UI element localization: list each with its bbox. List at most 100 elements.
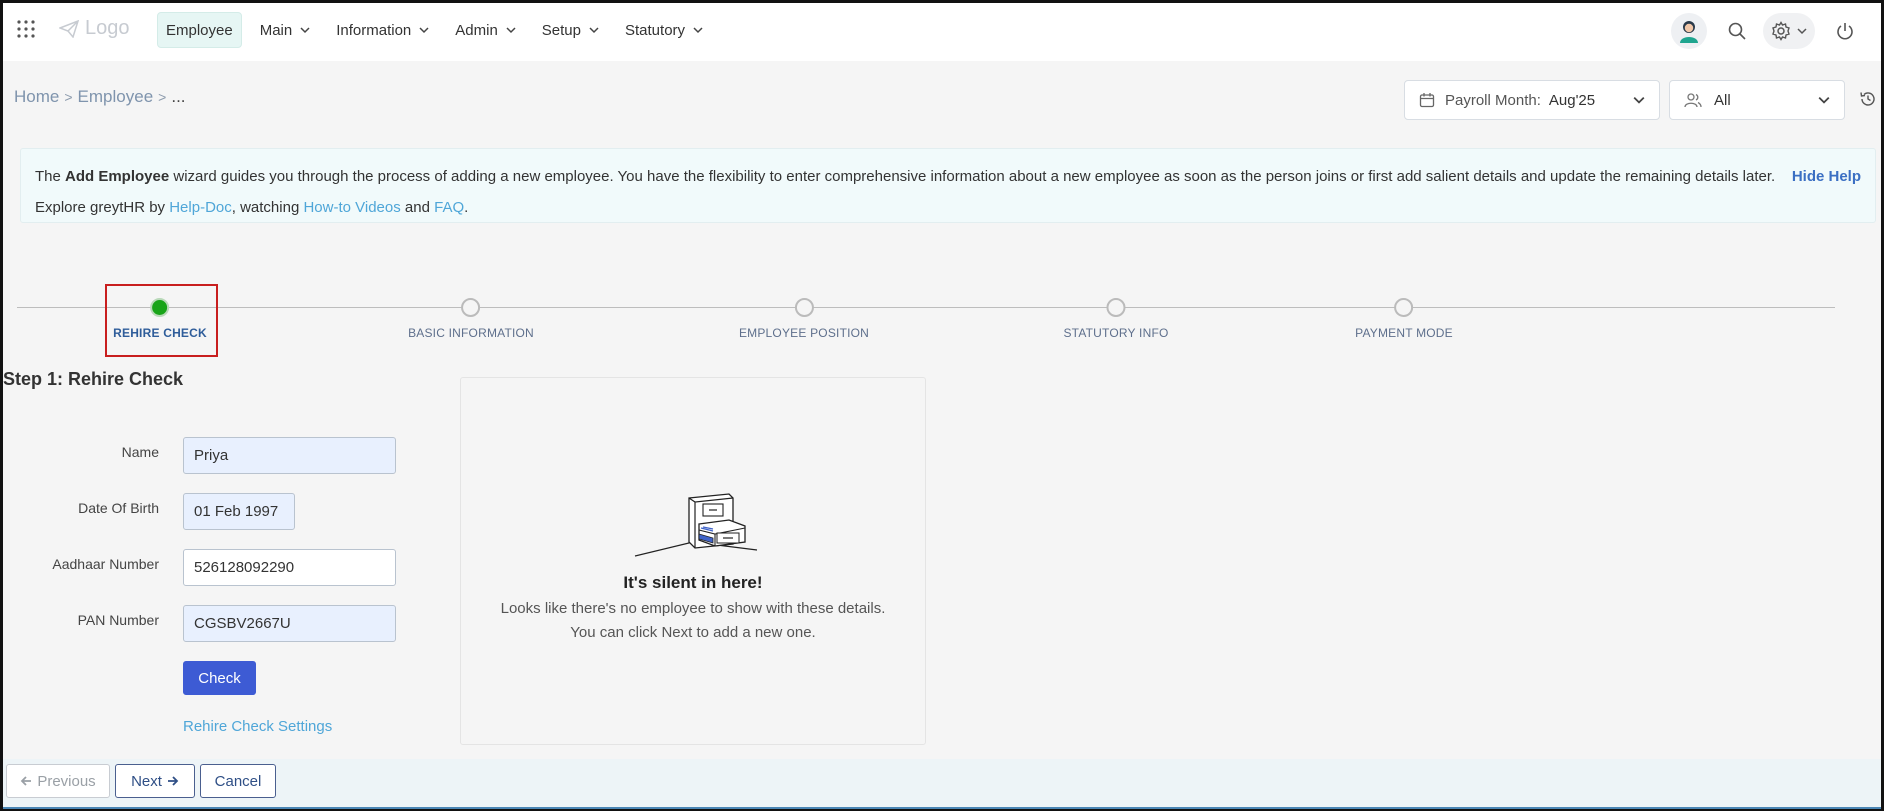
step-statutory-info[interactable]: STATUTORY INFO <box>1063 298 1168 340</box>
rehire-check-settings-link[interactable]: Rehire Check Settings <box>183 718 332 735</box>
arrow-left-icon <box>21 776 32 786</box>
help-text: . <box>464 199 469 216</box>
nav-employee-label: Employee <box>166 21 233 39</box>
chevron-down-icon <box>506 27 516 34</box>
breadcrumb: Home > Employee >... <box>14 87 186 107</box>
cancel-button[interactable]: Cancel <box>200 764 276 798</box>
nav-employee[interactable]: Employee <box>157 12 242 48</box>
filing-cabinet-icon <box>634 493 758 557</box>
chevron-down-icon <box>419 27 429 34</box>
name-field[interactable]: Priya <box>183 437 396 474</box>
logout-button[interactable] <box>1827 13 1863 49</box>
power-icon <box>1837 23 1853 40</box>
breadcrumb-employee[interactable]: Employee <box>78 87 154 106</box>
faq-link[interactable]: FAQ <box>434 199 464 216</box>
nav-admin-label: Admin <box>455 21 498 39</box>
user-avatar-icon <box>1680 21 1698 43</box>
history-icon[interactable] <box>1859 90 1877 113</box>
search-icon <box>1728 22 1746 40</box>
step-label: STATUTORY INFO <box>1063 326 1169 340</box>
settings-menu-button[interactable] <box>1763 13 1815 49</box>
nav-information[interactable]: Information <box>328 12 437 48</box>
dob-label: Date Of Birth <box>78 500 159 516</box>
calendar-icon <box>1419 93 1435 108</box>
nav-statutory[interactable]: Statutory <box>617 12 711 48</box>
empty-state-hint: You can click Next to add a new one. <box>570 624 816 641</box>
breadcrumb-separator: > <box>158 89 167 105</box>
nav-main-label: Main <box>259 21 293 39</box>
help-panel: The Add Employee wizard guides you throu… <box>20 148 1876 223</box>
payroll-month-select[interactable]: Payroll Month: Aug'25 <box>1404 80 1660 120</box>
previous-label: Previous <box>37 772 96 790</box>
nav-setup[interactable]: Setup <box>534 12 607 48</box>
pan-field[interactable]: CGSBV2667U <box>183 605 396 642</box>
top-nav: Logo Employee Main Information Admin Set… <box>3 3 1881 61</box>
aadhaar-field[interactable]: 526128092290 <box>183 549 396 586</box>
nav-statutory-label: Statutory <box>625 21 686 39</box>
aadhaar-label: Aadhaar Number <box>52 556 159 572</box>
nav-right-tools <box>1671 13 1863 49</box>
payroll-month-value: Aug'25 <box>1548 91 1596 109</box>
main-menu: Employee Main Information Admin Setup St… <box>157 12 721 48</box>
next-label: Next <box>131 772 162 790</box>
how-to-videos-link[interactable]: How-to Videos <box>303 199 400 216</box>
help-line-1: The Add Employee wizard guides you throu… <box>35 161 1861 192</box>
step-indicator <box>794 298 814 317</box>
logo-text: Logo <box>85 17 130 39</box>
employee-filter-select[interactable]: All <box>1669 80 1845 120</box>
empty-state-title: It's silent in here! <box>623 573 763 592</box>
chevron-down-icon <box>300 27 310 34</box>
users-icon <box>1684 93 1702 108</box>
help-text: and <box>400 199 435 216</box>
step-indicator <box>1106 298 1126 317</box>
step-label: BASIC INFORMATION <box>408 326 534 340</box>
breadcrumb-separator: > <box>64 89 73 105</box>
dob-field[interactable]: 01 Feb 1997 <box>183 493 295 530</box>
breadcrumb-current: ... <box>171 87 186 106</box>
step-title: Step 1: Rehire Check <box>3 369 184 389</box>
name-label: Name <box>121 444 159 460</box>
hide-help-button[interactable]: Hide Help <box>1792 161 1861 192</box>
logo[interactable]: Logo <box>59 17 130 40</box>
paper-plane-icon <box>59 19 79 38</box>
help-text: wizard guides you through the process of… <box>169 168 1776 185</box>
nav-main[interactable]: Main <box>252 12 319 48</box>
results-panel: It's silent in here! Looks like there's … <box>460 377 926 745</box>
nav-information-label: Information <box>336 21 412 39</box>
chevron-down-icon <box>1633 96 1645 104</box>
help-bold-text: Add Employee <box>65 168 170 185</box>
check-button[interactable]: Check <box>183 661 256 695</box>
nav-setup-label: Setup <box>541 21 581 39</box>
step-basic-information[interactable]: BASIC INFORMATION <box>408 298 534 340</box>
gear-icon <box>1772 21 1790 41</box>
next-button[interactable]: Next <box>115 764 195 798</box>
avatar[interactable] <box>1671 13 1707 49</box>
help-text: The <box>35 168 66 185</box>
chevron-down-icon <box>693 27 703 34</box>
stepper-track <box>17 307 1835 308</box>
chevron-down-icon <box>1818 96 1830 104</box>
step-label: PAYMENT MODE <box>1355 326 1453 340</box>
payroll-month-label: Payroll Month: <box>1445 91 1541 109</box>
empty-state-message: Looks like there's no employee to show w… <box>500 600 886 617</box>
step-indicator <box>1394 298 1414 317</box>
step-employee-position[interactable]: EMPLOYEE POSITION <box>739 298 869 340</box>
previous-button[interactable]: Previous <box>6 764 110 798</box>
step-payment-mode[interactable]: PAYMENT MODE <box>1355 298 1453 340</box>
nav-admin[interactable]: Admin <box>447 12 524 48</box>
step-indicator <box>461 298 481 317</box>
help-text: , watching <box>231 199 304 216</box>
cancel-label: Cancel <box>214 772 262 790</box>
search-button[interactable] <box>1719 13 1755 49</box>
apps-grid-icon[interactable] <box>17 20 35 38</box>
pan-label: PAN Number <box>77 612 159 628</box>
arrow-right-icon <box>167 776 179 786</box>
current-step-highlight <box>105 284 218 357</box>
employee-filter-value: All <box>1714 91 1731 109</box>
chevron-down-icon <box>589 27 599 34</box>
step-label: EMPLOYEE POSITION <box>738 326 870 340</box>
breadcrumb-home[interactable]: Home <box>14 87 59 106</box>
wizard-footer: Previous Next Cancel <box>3 759 1881 809</box>
help-doc-link[interactable]: Help-Doc <box>169 199 232 216</box>
help-line-2: Explore greytHR by Help-Doc, watching Ho… <box>35 192 1861 223</box>
